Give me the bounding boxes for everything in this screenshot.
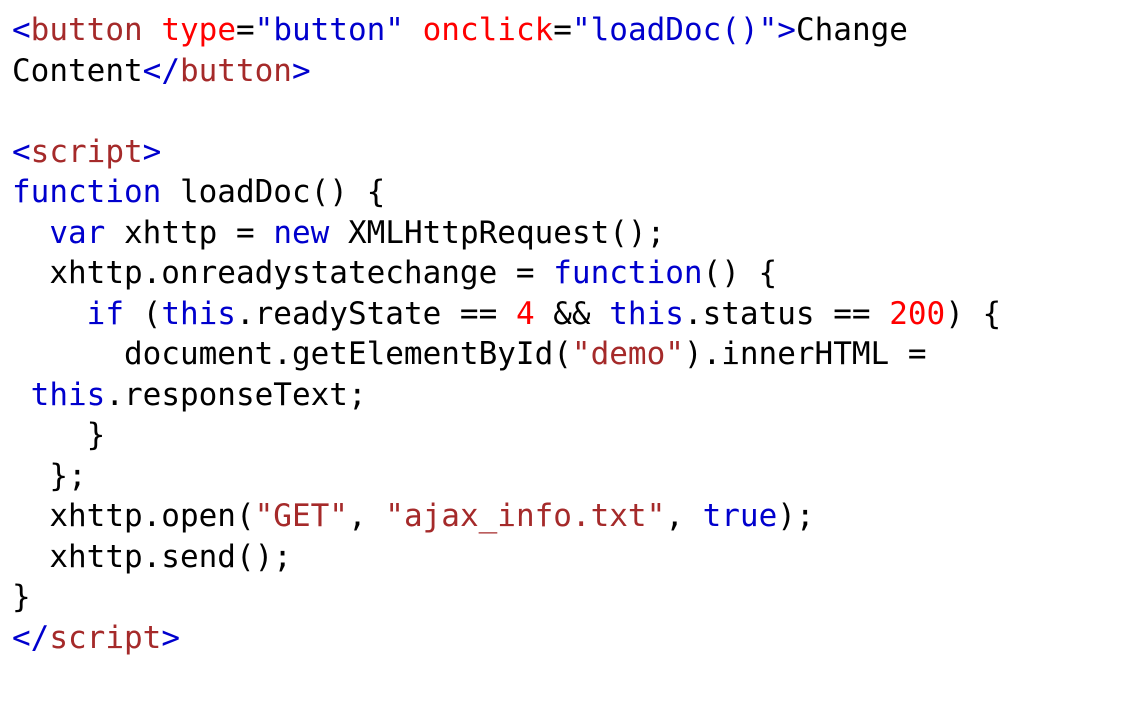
code-token-bracket: < — [12, 12, 31, 48]
code-line: var xhttp = new XMLHttpRequest(); — [12, 213, 1121, 254]
code-line: } — [12, 577, 1121, 618]
code-token-string: "ajax_info.txt" — [385, 498, 666, 534]
code-token-text: loadDoc() { — [161, 174, 386, 210]
code-token-number: 4 — [515, 295, 535, 332]
code-token-text: .responseText; — [105, 376, 367, 413]
code-line: xhttp.send(); — [12, 537, 1121, 578]
code-token-bracket: </ — [12, 619, 50, 656]
code-token-text: Change — [795, 12, 908, 48]
code-token-bracket: > — [777, 12, 796, 48]
code-token-text: = — [235, 12, 255, 48]
code-token-string: "GET" — [254, 498, 348, 534]
code-line: xhttp.open("GET", "ajax_info.txt", true)… — [12, 496, 1121, 537]
code-line: <script> — [12, 132, 1121, 173]
code-token-text: = — [553, 12, 572, 48]
code-token-tag: button — [30, 12, 143, 48]
code-token-keyword: true — [702, 498, 778, 534]
code-token-attrval: "button" — [254, 12, 404, 48]
code-line: <button type="button" onclick="loadDoc()… — [12, 10, 1121, 51]
code-token-tag: script — [49, 619, 162, 656]
code-token-text: ) { — [945, 295, 1002, 332]
code-token-text: .readyState == — [235, 295, 516, 332]
code-token-text: } — [12, 417, 106, 453]
code-token-text: document.getElementById( — [12, 336, 572, 372]
code-token-text: }; — [12, 457, 87, 494]
code-token-keyword: if — [86, 295, 124, 332]
code-token-keyword: new — [273, 214, 330, 251]
code-token-text: Content — [12, 52, 143, 89]
code-token-text: xhttp.onreadystatechange = — [12, 255, 554, 291]
code-token-bracket: > — [161, 619, 180, 656]
code-token-text: , — [347, 498, 386, 534]
code-token-text: () { — [702, 255, 778, 291]
code-snippet: <button type="button" onclick="loadDoc()… — [0, 0, 1121, 703]
code-token-keyword: function — [553, 255, 703, 291]
code-token-keyword: var — [49, 214, 106, 251]
code-token-tag: script — [30, 133, 143, 170]
code-token-text: ( — [123, 295, 162, 332]
code-token-keyword: this — [30, 376, 106, 413]
code-token-bracket: </ — [142, 52, 180, 89]
code-token-bracket: > — [291, 52, 311, 89]
code-line: function loadDoc() { — [12, 172, 1121, 213]
code-line: Content</button> — [12, 51, 1121, 92]
code-token-attr: type — [161, 12, 236, 48]
code-token-text: , — [665, 498, 703, 534]
code-token-keyword: this — [161, 295, 236, 332]
code-line: xhttp.onreadystatechange = function() { — [12, 253, 1121, 294]
code-token-text: xhttp.send(); — [12, 538, 292, 575]
code-token-text: ); — [777, 498, 815, 534]
code-line: } — [12, 415, 1121, 456]
code-token-text: xhttp.open( — [12, 498, 255, 534]
code-token-text: && — [534, 295, 610, 332]
code-token-text: xhttp = — [105, 214, 274, 251]
code-token-string: "demo" — [571, 336, 684, 372]
code-token-attrval: "loadDoc()" — [571, 12, 778, 48]
code-token-text: .status == — [683, 295, 890, 332]
code-token-attr: onclick — [422, 12, 554, 48]
code-token-keyword: function — [12, 174, 162, 210]
code-token-tag: button — [179, 52, 292, 89]
code-token-text: XMLHttpRequest(); — [329, 214, 666, 251]
code-token-text: } — [12, 579, 31, 615]
code-token-bracket: > — [142, 133, 162, 170]
code-line: </script> — [12, 618, 1121, 659]
code-line: }; — [12, 456, 1121, 497]
code-line: if (this.readyState == 4 && this.status … — [12, 294, 1121, 335]
code-token-text: ).innerHTML = — [683, 336, 927, 372]
code-line: document.getElementById("demo").innerHTM… — [12, 334, 1121, 375]
code-token-keyword: this — [609, 295, 684, 332]
code-token-number: 200 — [889, 295, 946, 332]
code-token-bracket: < — [12, 133, 31, 170]
code-line: this.responseText; — [12, 375, 1121, 416]
